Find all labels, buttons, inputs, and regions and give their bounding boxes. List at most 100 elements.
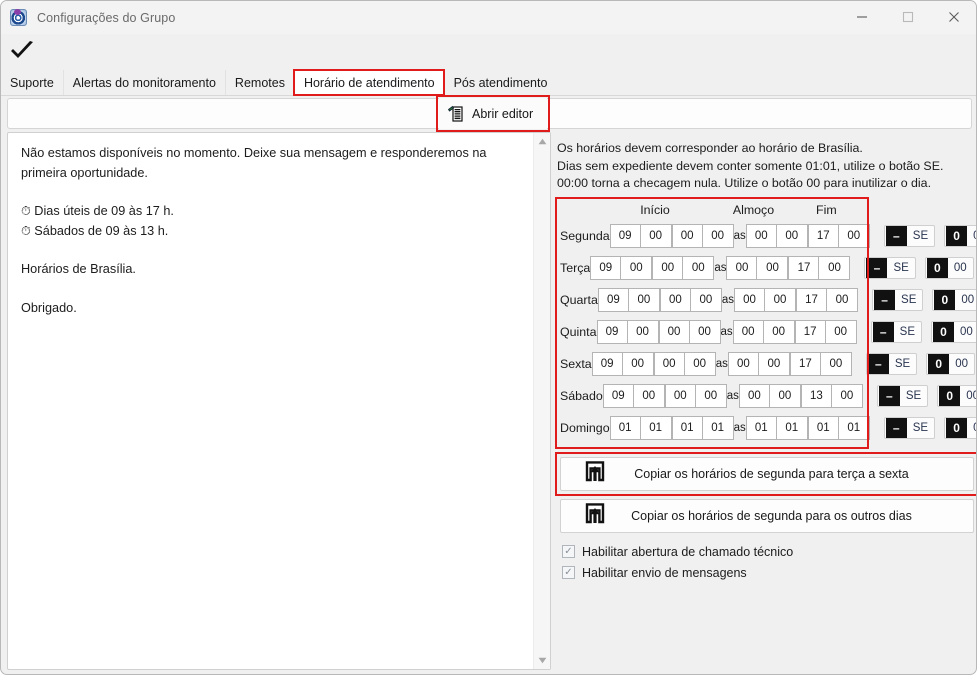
checkmark-icon[interactable] [6, 35, 38, 67]
zero-button[interactable]: 0 00 [932, 288, 976, 311]
row-action-buttons: – SE 0 00 [865, 352, 975, 375]
start-hour-input[interactable]: 09 [596, 319, 628, 344]
end-minute-input[interactable]: 00 [825, 319, 857, 344]
maximize-icon[interactable] [885, 1, 931, 33]
end-minute-input[interactable]: 00 [819, 255, 851, 280]
lunch-to-hour-input[interactable]: 00 [734, 287, 766, 312]
start-minute-input[interactable]: 00 [633, 383, 665, 408]
end-minute-input[interactable]: 00 [820, 351, 852, 376]
lunch-from-hour-input[interactable]: 01 [671, 415, 703, 440]
row-action-buttons: – SE 0 00 [864, 256, 974, 279]
copy-monday-to-other-days-button[interactable]: Copiar os horários de segunda para os ou… [560, 498, 974, 533]
tab-suporte[interactable]: Suporte [1, 70, 63, 95]
lunch-from-hour-input[interactable]: 00 [653, 351, 685, 376]
se-button[interactable]: – SE [870, 320, 923, 343]
lunch-from-minute-input[interactable]: 00 [690, 287, 722, 312]
lunch-from-minute-input[interactable]: 00 [702, 223, 734, 248]
lunch-to-hour-input[interactable]: 00 [732, 319, 764, 344]
lunch-from-hour-input[interactable]: 00 [659, 287, 691, 312]
end-hour-input[interactable]: 17 [807, 223, 839, 248]
header-end: Fim [816, 203, 837, 217]
table-row: Quinta 09 00 00 00 as 00 00 17 00 – SE 0… [557, 316, 976, 348]
copy-monday-to-tuesday-friday-button[interactable]: Copiar os horários de segunda para terça… [560, 456, 974, 491]
end-hour-input[interactable]: 01 [807, 415, 839, 440]
start-minute-input[interactable]: 00 [621, 255, 653, 280]
start-minute-input[interactable]: 00 [627, 319, 659, 344]
start-minute-input[interactable]: 00 [622, 351, 654, 376]
between-label: as [721, 293, 735, 306]
zero-button[interactable]: 0 00 [937, 384, 976, 407]
checkbox-checked-icon[interactable]: ✓ [562, 566, 575, 579]
enable-message-sending-checkbox-row[interactable]: ✓ Habilitar envio de mensagens [562, 566, 975, 580]
lunch-from-minute-input[interactable]: 01 [702, 415, 734, 440]
lunch-from-hour-input[interactable]: 00 [658, 319, 690, 344]
globe-icon [10, 9, 27, 26]
tab-pos-atendimento[interactable]: Pós atendimento [443, 70, 557, 95]
minimize-icon[interactable] [839, 1, 885, 33]
lunch-from-minute-input[interactable]: 00 [695, 383, 727, 408]
end-hour-input[interactable]: 17 [789, 351, 821, 376]
se-button[interactable]: – SE [865, 352, 918, 375]
lunch-from-hour-input[interactable]: 00 [652, 255, 684, 280]
open-editor-button[interactable]: Abrir editor [436, 95, 550, 132]
lunch-to-minute-input[interactable]: 00 [763, 319, 795, 344]
lunch-to-minute-input[interactable]: 00 [769, 383, 801, 408]
minus-square-icon: – [885, 417, 907, 438]
end-minute-input[interactable]: 00 [827, 287, 859, 312]
se-button[interactable]: – SE [883, 416, 936, 439]
scroll-down-arrow-icon[interactable] [534, 652, 551, 669]
lunch-from-hour-input[interactable]: 00 [664, 383, 696, 408]
end-hour-input[interactable]: 17 [788, 255, 820, 280]
tab-alertas-monitoramento[interactable]: Alertas do monitoramento [62, 70, 225, 95]
lunch-to-minute-input[interactable]: 00 [758, 351, 790, 376]
start-hour-input[interactable]: 09 [609, 223, 641, 248]
lunch-to-hour-input[interactable]: 01 [745, 415, 777, 440]
se-button[interactable]: – SE [872, 288, 924, 311]
tab-horario-de-atendimento[interactable]: Horário de atendimento [292, 69, 445, 96]
lunch-to-minute-input[interactable]: 00 [765, 287, 797, 312]
end-hour-input[interactable]: 17 [794, 319, 826, 344]
lunch-from-minute-input[interactable]: 00 [684, 351, 716, 376]
se-button[interactable]: – SE [864, 256, 916, 279]
start-minute-input[interactable]: 01 [640, 415, 672, 440]
day-label: Terça [560, 260, 591, 275]
end-hour-input[interactable]: 17 [796, 287, 828, 312]
zero-button[interactable]: 0 00 [944, 416, 976, 439]
lunch-to-minute-input[interactable]: 00 [776, 223, 808, 248]
start-hour-input[interactable]: 09 [602, 383, 634, 408]
end-time-group: 01 01 [807, 415, 870, 440]
start-hour-input[interactable]: 01 [609, 415, 641, 440]
end-minute-input[interactable]: 01 [838, 415, 870, 440]
lunch-to-minute-input[interactable]: 00 [757, 255, 789, 280]
lunch-to-hour-input[interactable]: 00 [727, 351, 759, 376]
start-hour-input[interactable]: 09 [590, 255, 622, 280]
lunch-to-hour-input[interactable]: 00 [738, 383, 770, 408]
end-time-group: 13 00 [800, 383, 863, 408]
zero-button[interactable]: 0 00 [944, 224, 976, 247]
zero-button[interactable]: 0 00 [924, 256, 974, 279]
end-hour-input[interactable]: 13 [800, 383, 832, 408]
zero-button[interactable]: 0 00 [926, 352, 975, 375]
lunch-to-minute-input[interactable]: 01 [776, 415, 808, 440]
start-hour-input[interactable]: 09 [597, 287, 629, 312]
end-minute-input[interactable]: 00 [838, 223, 870, 248]
tab-remotes[interactable]: Remotes [224, 70, 294, 95]
start-hour-input[interactable]: 09 [591, 351, 623, 376]
close-icon[interactable] [931, 1, 976, 33]
lunch-from-minute-input[interactable]: 00 [683, 255, 715, 280]
scroll-up-arrow-icon[interactable] [534, 133, 551, 150]
se-button[interactable]: – SE [876, 384, 929, 407]
se-button[interactable]: – SE [883, 224, 936, 247]
start-minute-input[interactable]: 00 [628, 287, 660, 312]
start-minute-input[interactable]: 00 [640, 223, 672, 248]
message-panel-scrollbar[interactable] [533, 133, 550, 669]
zero-button[interactable]: 0 00 [931, 320, 976, 343]
enable-technical-ticket-checkbox-row[interactable]: ✓ Habilitar abertura de chamado técnico [562, 545, 975, 559]
lunch-to-hour-input[interactable]: 00 [726, 255, 758, 280]
lunch-from-hour-input[interactable]: 00 [671, 223, 703, 248]
message-preview-panel[interactable]: Não estamos disponíveis no momento. Deix… [7, 132, 551, 670]
lunch-from-minute-input[interactable]: 00 [689, 319, 721, 344]
end-minute-input[interactable]: 00 [831, 383, 863, 408]
lunch-to-hour-input[interactable]: 00 [745, 223, 777, 248]
checkbox-checked-icon[interactable]: ✓ [562, 545, 575, 558]
